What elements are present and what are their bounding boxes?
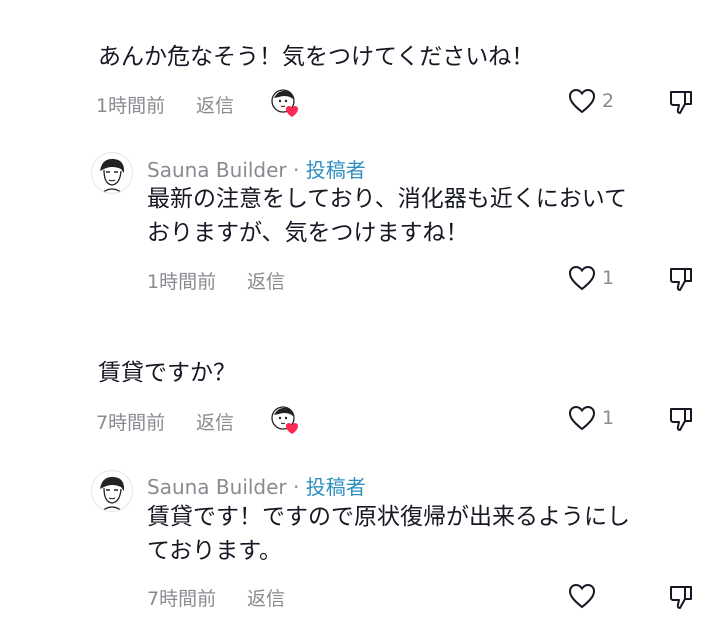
reply-text-line-2: ております。	[147, 538, 283, 564]
dislike-button[interactable]	[667, 405, 695, 433]
creator-liked-icon	[270, 405, 300, 435]
avatar[interactable]	[91, 470, 133, 512]
creator-badge: 投稿者	[305, 158, 366, 182]
reply-button[interactable]: 返信	[247, 584, 285, 611]
reply-button[interactable]: 返信	[196, 408, 234, 435]
author-line: Sauna Builder · 投稿者	[147, 471, 366, 500]
comment-time: 7時間前	[96, 412, 166, 434]
like-button[interactable]	[568, 583, 602, 609]
author-name[interactable]: Sauna Builder	[147, 158, 287, 182]
thumbs-down-icon	[670, 586, 692, 609]
separator: ·	[293, 158, 300, 182]
dislike-button[interactable]	[667, 265, 695, 293]
avatar[interactable]	[91, 152, 133, 194]
like-button[interactable]: 1	[568, 405, 614, 431]
like-button[interactable]: 2	[568, 88, 614, 114]
thumbs-down-icon	[670, 91, 692, 114]
like-count: 1	[602, 407, 615, 429]
comment-time: 1時間前	[96, 95, 166, 117]
creator-liked-icon	[270, 88, 300, 118]
heart-outline-icon	[568, 405, 596, 431]
like-button[interactable]: 1	[568, 265, 614, 291]
separator: ·	[293, 475, 300, 499]
reply-text-line-1: 最新の注意をしており、消化器も近くにおいて	[147, 186, 628, 212]
reply-button[interactable]: 返信	[247, 267, 285, 294]
thumbs-down-icon	[670, 408, 692, 431]
comment-text: 賃貸ですか？	[98, 360, 236, 386]
dislike-button[interactable]	[667, 88, 695, 116]
comment-time: 1時間前	[147, 271, 217, 293]
dislike-button[interactable]	[667, 583, 695, 611]
comment-time: 7時間前	[147, 588, 217, 610]
like-count: 2	[602, 90, 615, 112]
heart-outline-icon	[568, 583, 596, 609]
reply-text-line-2: おりますが、気をつけますね！	[147, 220, 469, 246]
reply-text-line-1: 賃貸です！ですので原状復帰が出来るようにし	[147, 504, 630, 530]
comment-text: あんか危なそう！気をつけてくださいね！	[98, 44, 535, 70]
like-count: 1	[602, 267, 615, 289]
author-line: Sauna Builder · 投稿者	[147, 154, 366, 183]
thumbs-down-icon	[670, 268, 692, 291]
heart-outline-icon	[568, 265, 596, 291]
author-name[interactable]: Sauna Builder	[147, 475, 287, 499]
reply-button[interactable]: 返信	[196, 91, 234, 118]
creator-badge: 投稿者	[305, 475, 366, 499]
heart-outline-icon	[568, 88, 596, 114]
